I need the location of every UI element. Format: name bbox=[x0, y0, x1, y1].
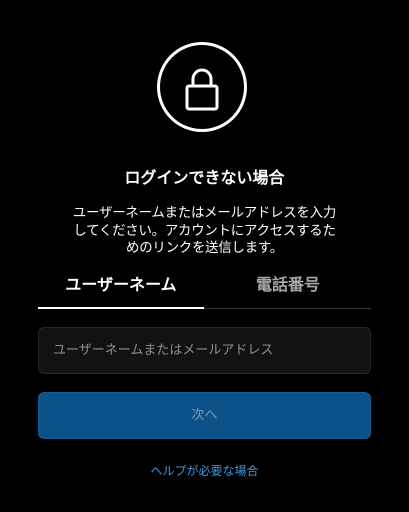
page-title: ログインできない場合 bbox=[124, 168, 285, 187]
username-field-container bbox=[38, 327, 371, 374]
lock-glyph bbox=[185, 68, 219, 111]
active-tab-indicator bbox=[38, 307, 204, 309]
tab-bar: ユーザーネーム 電話番号 bbox=[38, 268, 371, 310]
lock-icon bbox=[157, 42, 247, 132]
instructions-text: ユーザーネームまたはメールアドレスを入力 してください。アカウントにアクセスする… bbox=[72, 206, 337, 256]
next-button[interactable]: 次へ bbox=[38, 392, 371, 439]
need-help-link[interactable]: ヘルプが必要な場合 bbox=[0, 462, 409, 480]
username-or-email-input[interactable] bbox=[39, 328, 370, 373]
tab-username[interactable]: ユーザーネーム bbox=[38, 268, 204, 308]
tab-phone-number[interactable]: 電話番号 bbox=[205, 268, 371, 308]
